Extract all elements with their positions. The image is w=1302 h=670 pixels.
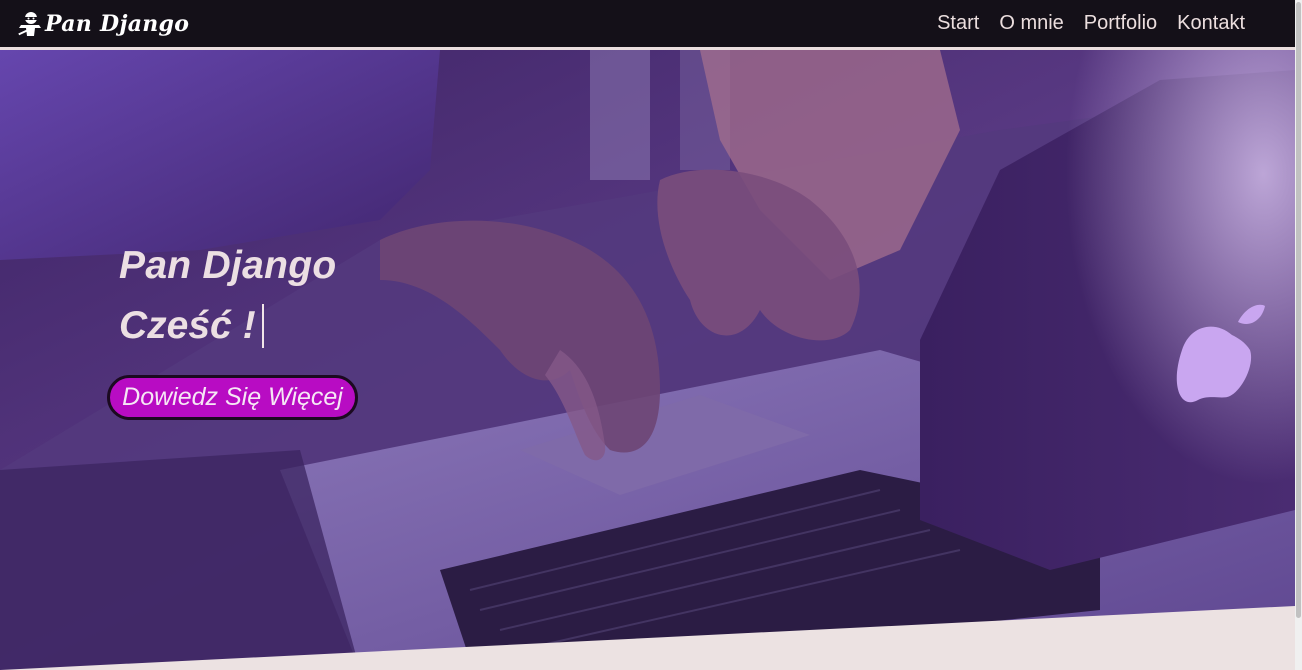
nav-links: Start O mnie Portfolio Kontakt bbox=[917, 0, 1245, 47]
hero-typed-text: Cześć ! bbox=[119, 304, 264, 348]
brand-logo[interactable]: Pan Django bbox=[17, 10, 189, 38]
nav-link-o-mnie[interactable]: O mnie bbox=[999, 12, 1063, 35]
top-navbar: Pan Django Start O mnie Portfolio Kontak… bbox=[0, 0, 1295, 50]
learn-more-button[interactable]: Dowiedz Się Więcej bbox=[107, 375, 358, 420]
typing-cursor bbox=[261, 304, 264, 348]
hero-section: Pan Django Cześć ! Dowiedz Się Więcej bbox=[0, 50, 1295, 670]
hero-title: Pan Django bbox=[119, 244, 337, 287]
nav-link-kontakt[interactable]: Kontakt bbox=[1177, 12, 1245, 35]
typed-greeting: Cześć ! bbox=[119, 304, 256, 347]
nav-link-portfolio[interactable]: Portfolio bbox=[1084, 12, 1157, 35]
hero-background-image bbox=[0, 50, 1295, 670]
ninja-icon bbox=[18, 11, 41, 36]
brand-name: Pan Django bbox=[45, 10, 190, 37]
scrollbar-thumb[interactable] bbox=[1296, 2, 1301, 618]
nav-link-start[interactable]: Start bbox=[937, 12, 979, 35]
page-scrollbar[interactable] bbox=[1295, 0, 1302, 670]
page: Pan Django Start O mnie Portfolio Kontak… bbox=[0, 0, 1302, 670]
